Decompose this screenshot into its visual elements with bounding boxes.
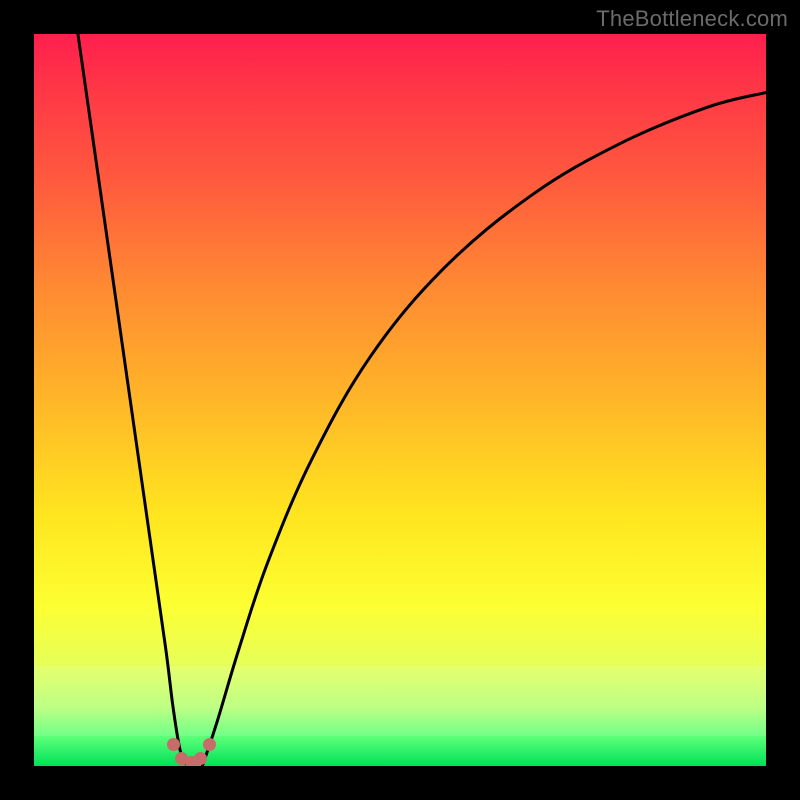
attribution-label: TheBottleneck.com	[596, 6, 788, 32]
low-point-marker	[167, 738, 180, 751]
plot-area	[34, 34, 766, 766]
low-point-marker	[203, 738, 216, 751]
bottleneck-curve	[34, 34, 766, 766]
